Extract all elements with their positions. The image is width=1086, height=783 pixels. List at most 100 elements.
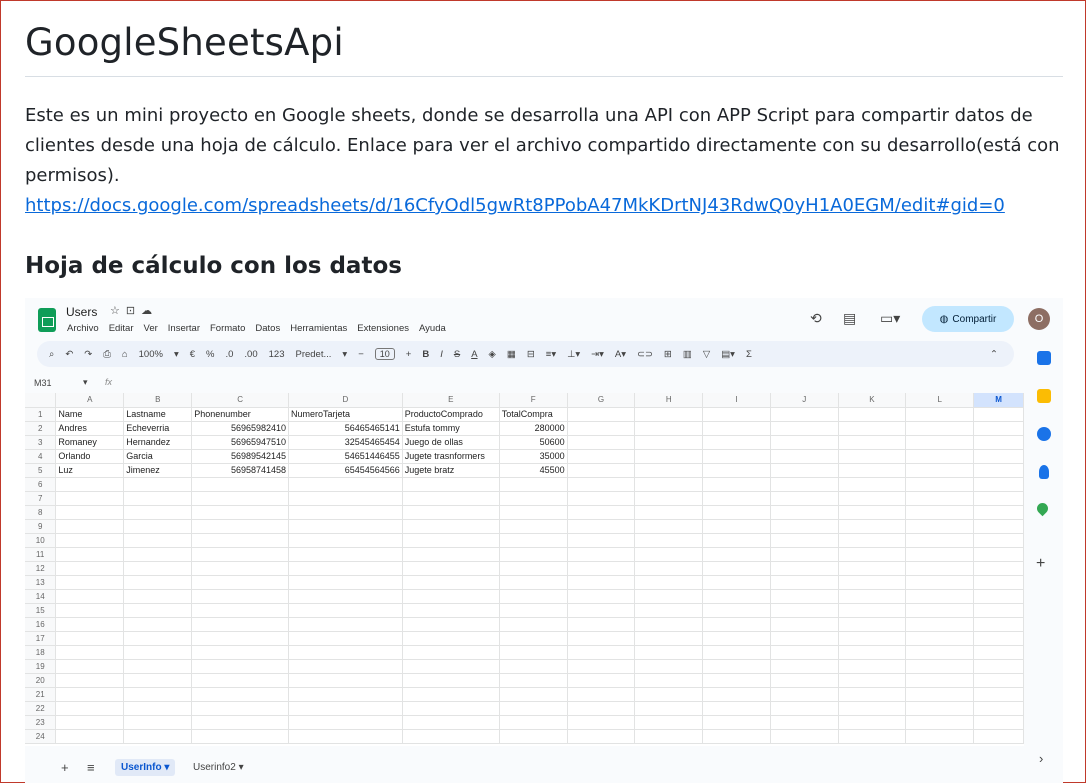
cell[interactable] — [55, 631, 125, 646]
cell[interactable] — [191, 701, 290, 716]
cell[interactable] — [702, 561, 771, 576]
cell[interactable]: Jugete trasnformers — [402, 449, 500, 464]
column-header[interactable]: J — [770, 393, 839, 408]
cell[interactable] — [973, 673, 1024, 688]
keep-icon[interactable] — [1037, 389, 1051, 403]
cell[interactable] — [634, 533, 704, 548]
zoom-select[interactable]: 100% — [139, 349, 163, 360]
cell[interactable] — [702, 491, 771, 506]
cell[interactable] — [123, 547, 193, 562]
cell[interactable]: 56965947510 — [191, 435, 290, 450]
cell[interactable] — [123, 505, 193, 520]
comments-icon[interactable]: ▤ — [843, 310, 856, 327]
cell[interactable] — [567, 561, 636, 576]
cell[interactable] — [838, 547, 907, 562]
cell[interactable] — [499, 505, 568, 520]
cell[interactable] — [905, 561, 975, 576]
history-icon[interactable]: ⟲ — [810, 310, 822, 327]
cell[interactable] — [702, 687, 771, 702]
cell[interactable] — [838, 715, 907, 730]
cell[interactable] — [770, 645, 839, 660]
text-color-button[interactable]: A — [471, 349, 477, 360]
cell[interactable]: 56989542145 — [191, 449, 290, 464]
tab-userinfo2[interactable]: Userinfo2 ▾ — [187, 759, 250, 776]
cell[interactable] — [499, 589, 568, 604]
borders-icon[interactable]: ▦ — [507, 349, 516, 360]
menu-item[interactable]: Datos — [255, 323, 280, 334]
share-button[interactable]: ◍ Compartir — [922, 306, 1014, 332]
cell[interactable] — [838, 449, 907, 464]
cell[interactable] — [838, 435, 907, 450]
cell[interactable] — [838, 659, 907, 674]
cell[interactable] — [567, 477, 636, 492]
cell[interactable] — [402, 547, 500, 562]
cell[interactable] — [973, 561, 1024, 576]
cell[interactable] — [288, 589, 403, 604]
cell[interactable] — [634, 491, 704, 506]
cell[interactable] — [55, 715, 125, 730]
row-header[interactable]: 22 — [25, 701, 57, 716]
cell[interactable] — [288, 631, 403, 646]
cell[interactable]: 45500 — [499, 463, 568, 478]
cell[interactable] — [55, 561, 125, 576]
cell[interactable] — [838, 729, 907, 744]
cell[interactable] — [402, 519, 500, 534]
cell[interactable] — [838, 505, 907, 520]
comment-icon[interactable]: ⊞ — [664, 349, 672, 360]
cell[interactable] — [402, 561, 500, 576]
cell[interactable] — [499, 477, 568, 492]
cell[interactable] — [191, 589, 290, 604]
cell[interactable] — [838, 687, 907, 702]
cell[interactable] — [567, 701, 636, 716]
cell[interactable] — [702, 589, 771, 604]
row-header[interactable]: 4 — [25, 449, 57, 464]
cell[interactable] — [770, 659, 839, 674]
cell[interactable] — [770, 449, 839, 464]
cell[interactable] — [838, 407, 907, 422]
cell[interactable] — [838, 617, 907, 632]
cell[interactable] — [499, 659, 568, 674]
row-header[interactable]: 9 — [25, 519, 57, 534]
row-header[interactable]: 10 — [25, 533, 57, 548]
cell[interactable] — [123, 659, 193, 674]
wrap-icon[interactable]: ⇥▾ — [591, 349, 604, 360]
cell[interactable] — [123, 589, 193, 604]
cell[interactable] — [191, 645, 290, 660]
cell[interactable] — [973, 533, 1024, 548]
cell[interactable]: Jugete bratz — [402, 463, 500, 478]
cell[interactable] — [905, 575, 975, 590]
cell[interactable] — [123, 491, 193, 506]
cell[interactable] — [702, 407, 771, 422]
cell[interactable] — [838, 603, 907, 618]
cell[interactable] — [123, 729, 193, 744]
cell[interactable] — [55, 687, 125, 702]
cell[interactable] — [702, 421, 771, 436]
cell[interactable]: Hernandez — [123, 435, 193, 450]
cell[interactable] — [288, 575, 403, 590]
cell[interactable] — [123, 701, 193, 716]
cell[interactable] — [634, 421, 704, 436]
maps-icon[interactable] — [1034, 500, 1051, 517]
cell[interactable] — [288, 687, 403, 702]
cell[interactable] — [567, 589, 636, 604]
cell[interactable] — [55, 673, 125, 688]
cell[interactable] — [123, 715, 193, 730]
cell[interactable] — [905, 533, 975, 548]
cell[interactable] — [702, 701, 771, 716]
cell[interactable] — [499, 491, 568, 506]
row-header[interactable]: 18 — [25, 645, 57, 660]
cell[interactable] — [288, 547, 403, 562]
cell[interactable] — [702, 463, 771, 478]
column-header[interactable]: F — [499, 393, 568, 408]
name-box[interactable]: M31 — [34, 378, 52, 388]
cell[interactable]: ProductoComprado — [402, 407, 500, 422]
row-header[interactable]: 5 — [25, 463, 57, 478]
cell[interactable] — [973, 463, 1024, 478]
cell[interactable] — [634, 673, 704, 688]
cell[interactable]: Name — [55, 407, 125, 422]
cell[interactable] — [634, 407, 704, 422]
cell[interactable] — [402, 533, 500, 548]
menu-item[interactable]: Ayuda — [419, 323, 446, 334]
cell[interactable] — [402, 673, 500, 688]
cell[interactable]: 32545465454 — [288, 435, 403, 450]
